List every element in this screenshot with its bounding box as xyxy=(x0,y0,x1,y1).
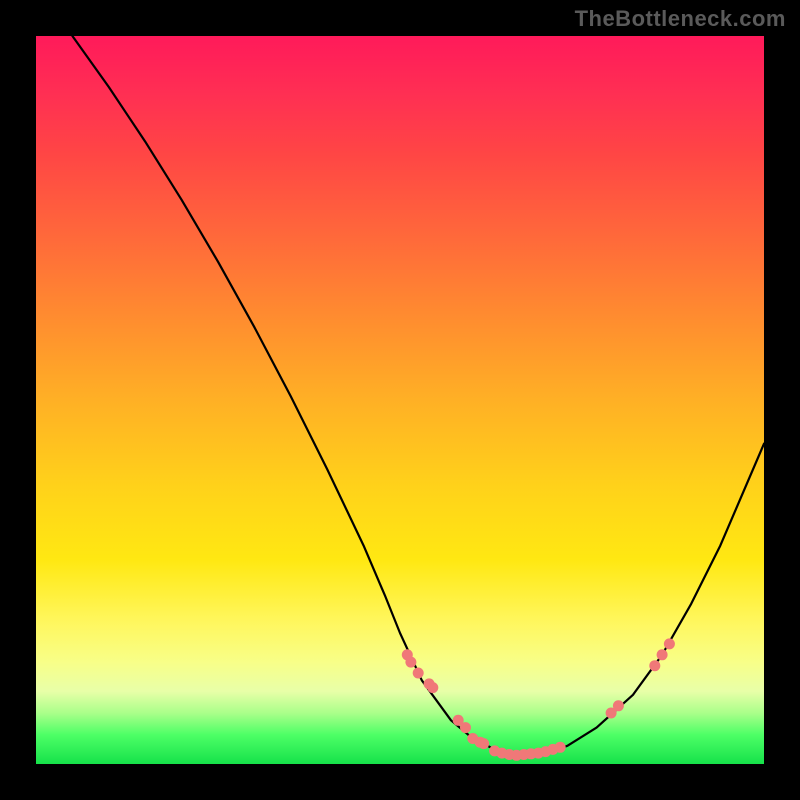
chart-svg xyxy=(36,36,764,764)
scatter-dot xyxy=(413,668,424,679)
watermark-text: TheBottleneck.com xyxy=(575,6,786,32)
chart-frame: TheBottleneck.com xyxy=(0,0,800,800)
scatter-dot xyxy=(478,738,489,749)
scatter-dot xyxy=(657,649,668,660)
scatter-dot xyxy=(649,660,660,671)
plot-area xyxy=(36,36,764,764)
scatter-dot xyxy=(405,657,416,668)
scatter-dot xyxy=(460,722,471,733)
scatter-dot xyxy=(613,700,624,711)
scatter-dot xyxy=(427,682,438,693)
scatter-dot xyxy=(664,638,675,649)
scatter-dots xyxy=(402,638,675,760)
scatter-dot xyxy=(555,742,566,753)
bottleneck-curve xyxy=(72,36,764,755)
